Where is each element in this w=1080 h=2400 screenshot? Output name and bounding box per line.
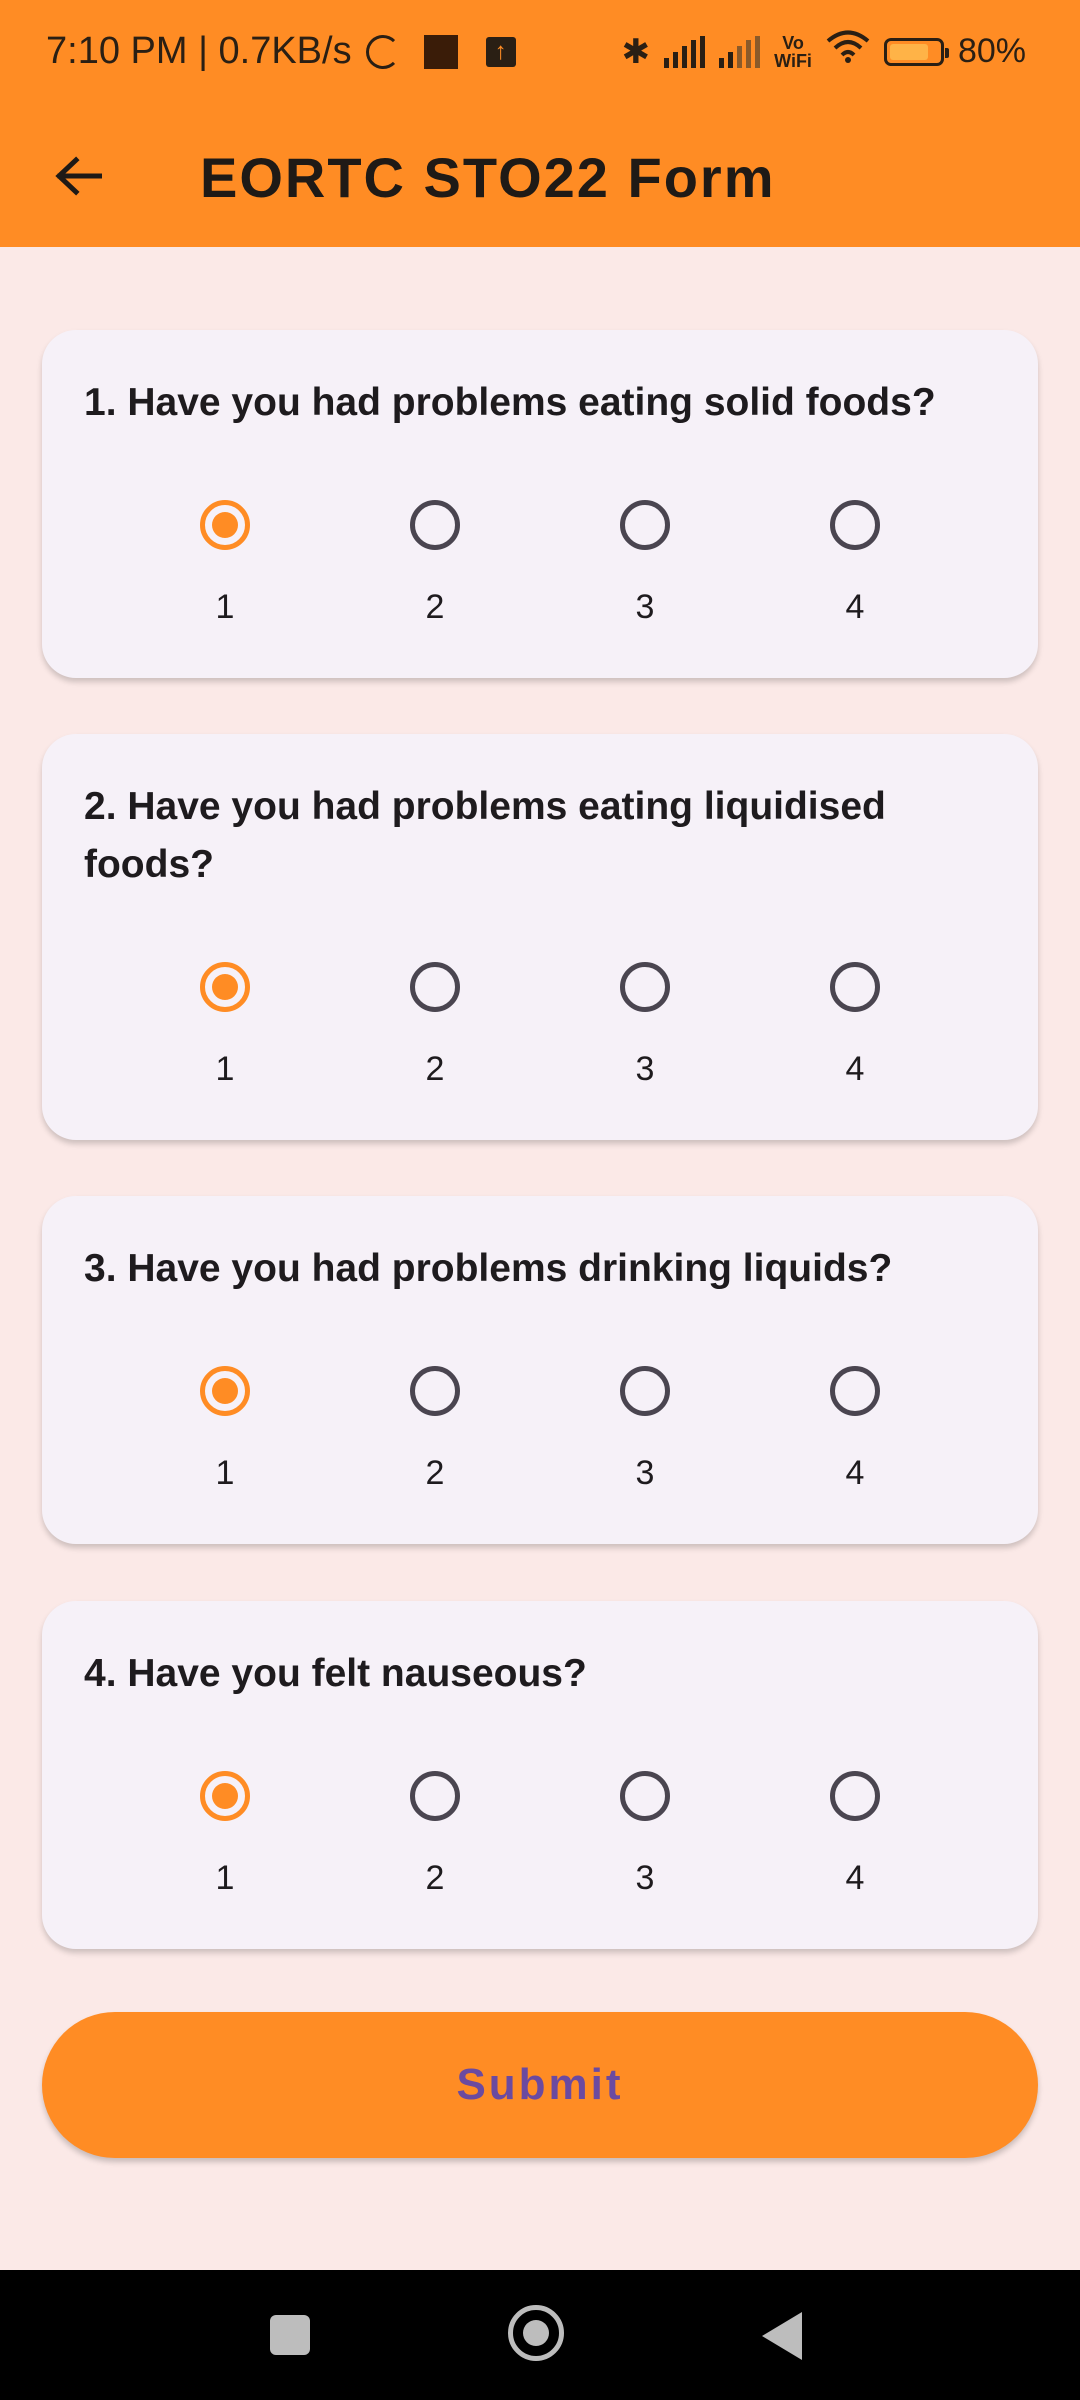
question-card: 2. Have you had problems eating liquidis… [42,734,1038,1140]
radio-button[interactable] [200,1771,250,1821]
radio-button[interactable] [410,1771,460,1821]
option-label: 3 [635,1050,655,1088]
option-label: 2 [425,1859,445,1897]
question-text: 3. Have you had problems drinking liquid… [84,1247,893,1290]
screen: 7:10 PM | 0.7KB/s ↑ ✱ Vo WiFi 80% EORTC … [0,0,1080,2400]
option-label: 3 [635,588,655,626]
radio-button[interactable] [830,1771,880,1821]
option-label: 3 [635,1859,655,1897]
question-card: 1. Have you had problems eating solid fo… [42,330,1038,678]
answer-option-3[interactable]: 3 [585,1366,705,1493]
radio-button[interactable] [200,962,250,1012]
answer-option-4[interactable]: 4 [795,1366,915,1493]
option-label: 1 [215,1050,235,1088]
option-label: 1 [215,1454,235,1492]
question-text: 1. Have you had problems eating solid fo… [84,381,936,424]
question-text: 4. Have you felt nauseous? [84,1652,587,1695]
upload-icon: ↑ [485,36,516,67]
radio-button[interactable] [830,500,880,550]
radio-button[interactable] [620,1366,670,1416]
question-card: 4. Have you felt nauseous? 1 2 3 4 [42,1601,1038,1949]
answer-option-4[interactable]: 4 [795,962,915,1089]
option-label: 4 [845,1454,865,1492]
bluetooth-icon: ✱ [621,32,651,71]
answer-option-3[interactable]: 3 [585,962,705,1089]
answer-option-3[interactable]: 3 [585,1771,705,1898]
answer-option-2[interactable]: 2 [375,1771,495,1898]
status-bar: 7:10 PM | 0.7KB/s ↑ ✱ Vo WiFi 80% [0,0,1080,110]
answer-option-1[interactable]: 1 [165,1771,285,1898]
answer-option-1[interactable]: 1 [165,1366,285,1493]
navigation-bar [0,2270,1080,2400]
page-title: EORTC STO22 Form [200,146,776,209]
radio-button[interactable] [200,500,250,550]
battery-fill [889,43,929,60]
vowifi-icon: Vo WiFi [774,34,812,70]
answer-option-3[interactable]: 3 [585,500,705,627]
option-label: 4 [845,1859,865,1897]
radio-button[interactable] [200,1366,250,1416]
option-label: 4 [845,588,865,626]
option-label: 3 [635,1454,655,1492]
radio-button[interactable] [410,1366,460,1416]
question-text: 2. Have you had problems eating liquidis… [84,785,886,886]
signal-icon-2 [719,35,761,68]
answer-option-4[interactable]: 4 [795,1771,915,1898]
answer-option-1[interactable]: 1 [165,500,285,627]
status-left: 7:10 PM | 0.7KB/s ↑ [46,30,516,73]
app-notification-icon [423,34,458,69]
radio-button[interactable] [410,500,460,550]
sync-icon [365,34,400,69]
recent-apps-icon[interactable] [270,2315,310,2355]
home-icon[interactable] [508,2305,564,2361]
radio-button[interactable] [620,500,670,550]
answer-option-1[interactable]: 1 [165,962,285,1089]
back-button[interactable] [46,144,110,208]
battery-percent: 80% [957,32,1026,70]
status-right: ✱ Vo WiFi 80% [622,30,1026,73]
option-label: 1 [215,588,235,626]
radio-button[interactable] [620,962,670,1012]
radio-button[interactable] [620,1771,670,1821]
arrow-left-icon [55,156,102,196]
vowifi-bottom: WiFi [774,50,812,71]
vowifi-top: Vo [782,32,804,53]
option-label: 4 [845,1050,865,1088]
battery-icon [883,37,949,66]
back-nav-icon[interactable] [762,2312,802,2360]
answer-option-2[interactable]: 2 [375,500,495,627]
signal-icon [664,35,706,68]
option-label: 2 [425,588,445,626]
option-label: 2 [425,1050,445,1088]
answer-option-4[interactable]: 4 [795,500,915,627]
app-bar: EORTC STO22 Form [0,110,1080,247]
submit-button[interactable]: Submit [42,2012,1038,2158]
wifi-icon [826,30,870,73]
option-label: 1 [215,1859,235,1897]
option-label: 2 [425,1454,445,1492]
time-and-speed: 7:10 PM | 0.7KB/s [46,30,352,72]
radio-button[interactable] [830,1366,880,1416]
radio-button[interactable] [830,962,880,1012]
radio-button[interactable] [410,962,460,1012]
answer-option-2[interactable]: 2 [375,1366,495,1493]
answer-option-2[interactable]: 2 [375,962,495,1089]
question-card: 3. Have you had problems drinking liquid… [42,1196,1038,1544]
